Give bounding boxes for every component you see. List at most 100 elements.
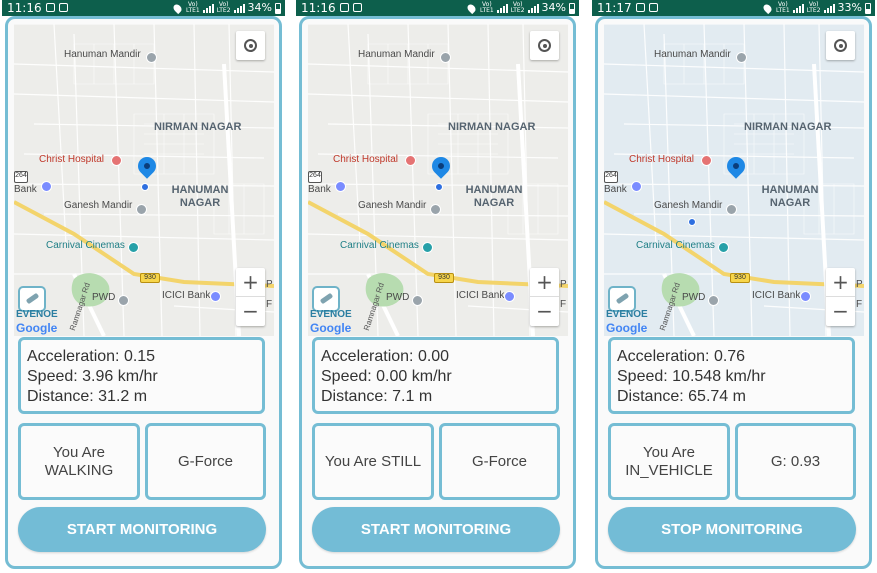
bank-icon xyxy=(335,181,346,192)
my-location-icon xyxy=(244,39,257,52)
my-location-button[interactable] xyxy=(530,31,559,60)
battery-percent: 34% xyxy=(541,1,566,14)
label-edge-p: P xyxy=(856,279,863,290)
speed-text: Speed: 3.96 km/hr xyxy=(27,368,158,385)
message-icon xyxy=(649,3,658,12)
label-christ-hospital: Christ Hospital xyxy=(629,154,695,165)
label-carnival-cinemas: Carnival Cinemas xyxy=(636,240,715,251)
message-icon xyxy=(59,3,68,12)
stats-panel: Acceleration: 0.15 Speed: 3.96 km/hr Dis… xyxy=(18,337,265,414)
notification-icons xyxy=(340,3,370,13)
gforce-panel: G-Force xyxy=(145,423,266,500)
my-location-icon xyxy=(834,39,847,52)
status-bar: 11:16 Vo) LTE1 Vo) LTE2 34% xyxy=(296,0,579,16)
activity-panel: You Are STILL xyxy=(312,423,434,500)
bank-icon xyxy=(210,291,221,302)
place-icon xyxy=(736,52,747,63)
route-shield-930: 930 xyxy=(730,273,750,283)
label-pwd: PWD xyxy=(386,292,410,303)
hospital-icon xyxy=(701,155,712,166)
zoom-out-button[interactable]: − xyxy=(826,297,855,326)
zoom-in-button[interactable]: + xyxy=(826,268,855,297)
monitoring-toggle-button[interactable]: START MONITORING xyxy=(18,507,266,552)
notification-icons xyxy=(636,3,666,13)
zoom-out-button[interactable]: − xyxy=(236,297,265,326)
zoom-out-button[interactable]: − xyxy=(530,297,559,326)
place-icon xyxy=(412,295,423,306)
my-location-button[interactable] xyxy=(826,31,855,60)
label-ganesh-mandir: Ganesh Mandir xyxy=(654,200,723,211)
label-pwd: PWD xyxy=(92,292,116,303)
app-frame: Hanuman Mandir NIRMAN NAGAR Christ Hospi… xyxy=(595,16,872,569)
gforce-text: G-Force xyxy=(177,453,233,470)
place-icon xyxy=(118,295,129,306)
bank-icon xyxy=(504,291,515,302)
status-time: 11:17 xyxy=(597,1,632,15)
battery-icon xyxy=(569,2,575,14)
label-hanuman-mandir: Hanuman Mandir xyxy=(654,49,731,60)
signal-icon-2 xyxy=(233,3,245,13)
label-hanuman-nagar: HANUMAN NAGAR xyxy=(761,184,819,209)
image-icon xyxy=(46,3,55,12)
app-logo-text: EVENOE xyxy=(310,309,352,320)
acceleration-text: Acceleration: 0.76 xyxy=(617,348,746,365)
route-shield-264: 264 xyxy=(604,171,618,183)
gforce-panel: G-Force xyxy=(439,423,560,500)
label-edge-f: F xyxy=(856,299,863,310)
route-shield-930: 930 xyxy=(434,273,454,283)
route-shield-930: 930 xyxy=(140,273,160,283)
label-hanuman-mandir: Hanuman Mandir xyxy=(358,49,435,60)
place-icon xyxy=(136,204,147,215)
label-hanuman-mandir: Hanuman Mandir xyxy=(64,49,141,60)
network-label-2: Vo) LTE2 xyxy=(510,1,525,14)
network-label-2: Vo) LTE2 xyxy=(216,1,231,14)
map-pin-icon[interactable] xyxy=(723,153,749,181)
monitoring-toggle-button[interactable]: START MONITORING xyxy=(312,507,560,552)
network-label-1: Vo) LTE1 xyxy=(775,1,790,14)
gforce-panel: G: 0.93 xyxy=(735,423,856,500)
location-status-icon xyxy=(465,2,478,14)
current-location-dot xyxy=(141,183,149,191)
label-edge-f: F xyxy=(266,299,273,310)
bank-icon xyxy=(800,291,811,302)
label-icici-bank: ICICI Bank xyxy=(752,290,801,301)
status-right: Vo) LTE1 Vo) LTE2 33% xyxy=(761,0,871,16)
map-pin-icon[interactable] xyxy=(134,153,160,181)
monitoring-toggle-button[interactable]: STOP MONITORING xyxy=(608,507,856,552)
activity-text: You Are WALKING xyxy=(44,443,114,479)
phone-screen: 11:16 Vo) LTE1 Vo) LTE2 34% Hanuman Mand… xyxy=(2,0,285,573)
cinema-icon xyxy=(718,242,729,253)
signal-icon-2 xyxy=(823,3,835,13)
app-frame: Hanuman Mandir NIRMAN NAGAR Christ Hospi… xyxy=(5,16,282,569)
activity-text: You Are IN_VEHICLE xyxy=(625,443,713,479)
battery-percent: 33% xyxy=(837,1,862,14)
battery-icon xyxy=(275,2,281,14)
my-location-button[interactable] xyxy=(236,31,265,60)
map-pin-icon[interactable] xyxy=(428,153,454,181)
label-edge-f: F xyxy=(560,299,567,310)
label-hanuman-nagar: HANUMAN NAGAR xyxy=(171,184,229,209)
phone-screen: 11:16 Vo) LTE1 Vo) LTE2 34% Hanuman Mand… xyxy=(296,0,579,573)
zoom-in-button[interactable]: + xyxy=(236,268,265,297)
signal-icon-1 xyxy=(792,3,804,13)
message-icon xyxy=(353,3,362,12)
my-location-icon xyxy=(538,39,551,52)
map-view[interactable]: Hanuman Mandir NIRMAN NAGAR Christ Hospi… xyxy=(604,24,864,336)
map-view[interactable]: Hanuman Mandir NIRMAN NAGAR Christ Hospi… xyxy=(14,24,274,336)
gforce-text: G: 0.93 xyxy=(770,453,821,470)
route-shield-264: 264 xyxy=(308,171,322,183)
label-edge-p: P xyxy=(560,279,567,290)
label-icici-bank: ICICI Bank xyxy=(456,290,505,301)
label-carnival-cinemas: Carnival Cinemas xyxy=(46,240,125,251)
zoom-in-button[interactable]: + xyxy=(530,268,559,297)
network-label-2: Vo) LTE2 xyxy=(806,1,821,14)
place-icon xyxy=(146,52,157,63)
map-view[interactable]: Hanuman Mandir NIRMAN NAGAR Christ Hospi… xyxy=(308,24,568,336)
activity-text: You Are STILL xyxy=(324,452,422,470)
phone-screen: 11:17 Vo) LTE1 Vo) LTE2 33% Hanuman Mand… xyxy=(592,0,875,573)
place-icon xyxy=(430,204,441,215)
label-ganesh-mandir: Ganesh Mandir xyxy=(64,200,133,211)
cinema-icon xyxy=(128,242,139,253)
label-nirman-nagar: NIRMAN NAGAR xyxy=(154,121,242,133)
signal-icon-1 xyxy=(496,3,508,13)
